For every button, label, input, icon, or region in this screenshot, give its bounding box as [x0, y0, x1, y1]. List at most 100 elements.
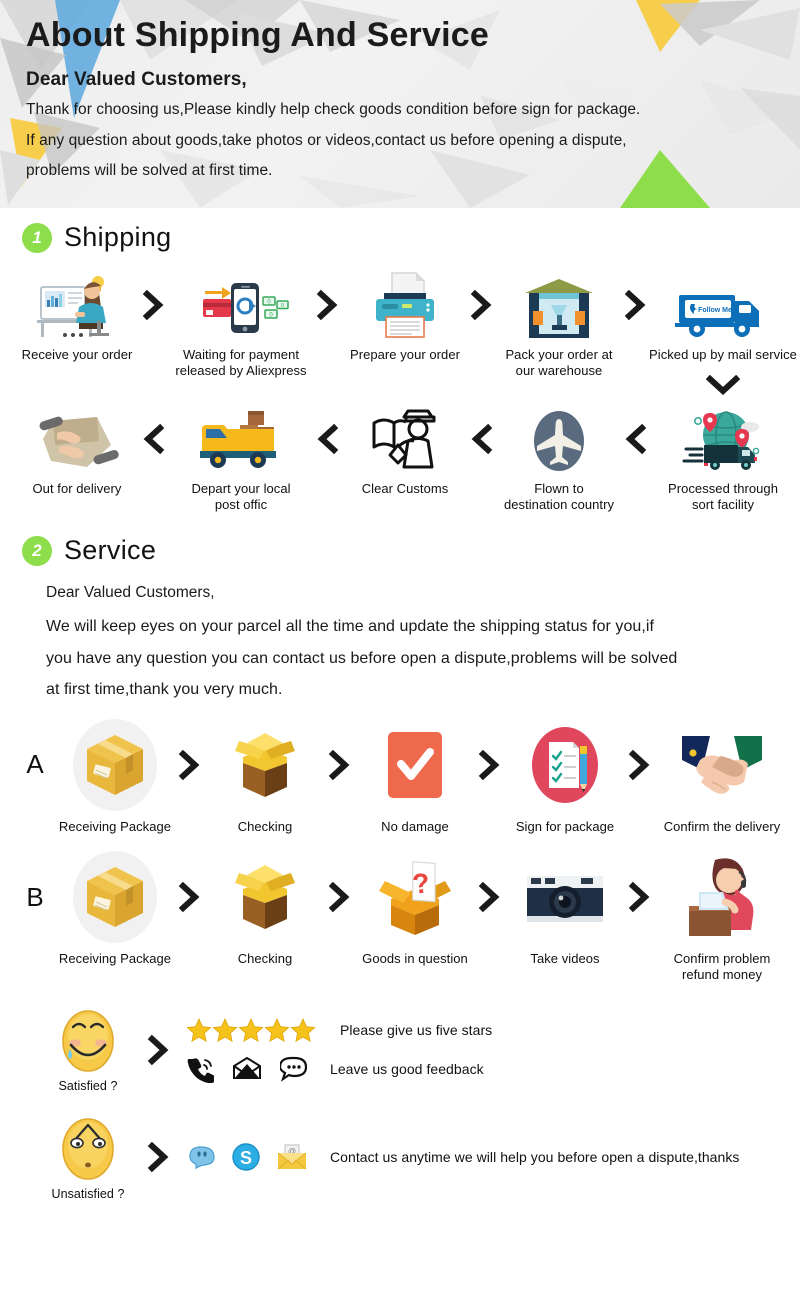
unsatisfied-contact-text: Contact us anytime we will help you befo… — [330, 1149, 740, 1166]
feedback-contact-text: Leave us good feedback — [330, 1060, 484, 1077]
post-van-icon — [196, 405, 286, 473]
chevron-right-icon — [478, 719, 502, 811]
skype-icon[interactable]: S — [232, 1143, 260, 1172]
step-label: Receive your order — [21, 347, 133, 362]
chevron-right-icon — [178, 851, 202, 943]
step-receive-your-order: Receive your order — [12, 271, 142, 363]
step-label: Prepare your order — [349, 347, 460, 362]
step-label: Pack your order at our warehouse — [505, 347, 613, 379]
phone-icon[interactable] — [186, 1055, 214, 1083]
shipping-flow-row-2: Out for delivery Depart your local post … — [0, 405, 800, 513]
page-header: About Shipping And Service Dear Valued C… — [0, 0, 800, 208]
five-stars-text: Please give us five stars — [340, 1021, 493, 1038]
parcel-box-icon — [69, 851, 161, 943]
step-out-for-delivery: Out for delivery — [12, 405, 142, 497]
step-flown-to-destination: Flown to destination country — [494, 405, 624, 513]
unsatisfied-actions: S @ Contact us anytime we will help you … — [186, 1143, 740, 1172]
step-label: Receiving Package — [58, 818, 172, 834]
row-label-b: B — [26, 881, 44, 912]
chevron-right-icon — [136, 1122, 182, 1192]
step-label: Receiving Package — [58, 951, 172, 966]
service-text-block: Dear Valued Customers, We will keep eyes… — [0, 566, 800, 705]
svg-text:S: S — [240, 1148, 252, 1168]
truck-follow-me-text: Follow Me — [698, 307, 732, 314]
chevron-right-icon — [478, 851, 502, 943]
service-flow-row-a: A Receiving Package Checking No damage S… — [0, 718, 800, 835]
unsatisfied-label: Unsatisfied ? — [51, 1186, 125, 1201]
step-label: No damage — [381, 818, 449, 834]
chevron-right-icon — [316, 271, 340, 339]
shipping-flow-row-1: Receive your order 0 0 0 Waiting for pay… — [0, 271, 800, 396]
section-title-shipping: Shipping — [64, 222, 172, 252]
step-processed-sort-facility: Processed through sort facility — [648, 405, 798, 513]
handshake-icon — [676, 719, 768, 811]
step-waiting-for-payment: 0 0 0 Waiting for payment released by Al… — [166, 271, 316, 379]
header-greeting: Dear Valued Customers, — [26, 68, 247, 90]
camera-icon — [523, 851, 607, 943]
section-title-service: Service — [64, 535, 157, 566]
row-label-a: A — [26, 749, 44, 780]
envelope-icon[interactable] — [232, 1056, 262, 1081]
unsatisfied-emoji-block: Unsatisfied ? — [40, 1113, 136, 1203]
step-label: Checking — [237, 818, 293, 834]
header-line-2: If any question about goods,take photos … — [26, 132, 627, 150]
step-clear-customs: Clear Customs — [340, 405, 470, 497]
service-greeting: Dear Valued Customers, — [46, 584, 215, 602]
customs-officer-icon — [368, 405, 442, 473]
step-label: Goods in question — [362, 951, 468, 966]
chevron-right-icon — [470, 271, 494, 339]
chevron-right-icon — [136, 1015, 182, 1085]
warehouse-icon — [521, 271, 597, 339]
parcel-box-icon — [69, 718, 161, 811]
step-label: Picked up by mail service — [649, 347, 797, 362]
checkmark-icon — [384, 719, 446, 811]
chevron-right-icon — [624, 271, 648, 339]
step-sign-for-package: Sign for package — [502, 719, 628, 835]
worried-face-icon — [57, 1113, 119, 1183]
step-label: Waiting for payment released by Aliexpre… — [175, 347, 307, 379]
step-take-videos: Take videos — [502, 851, 628, 967]
section-number-badge-1: 1 — [22, 222, 52, 253]
open-box-icon — [225, 719, 305, 811]
globe-sort-facility-icon — [680, 405, 766, 473]
satisfied-label: Satisfied ? — [58, 1079, 118, 1094]
svg-text:0: 0 — [281, 303, 284, 309]
email-icon[interactable]: @ — [276, 1143, 308, 1171]
open-box-icon — [225, 851, 305, 943]
shipping-and-service-page: About Shipping And Service Dear Valued C… — [0, 0, 800, 1299]
step-confirm-delivery: Confirm the delivery — [652, 719, 792, 835]
step-label: Confirm the delivery — [663, 818, 781, 834]
package-handoff-icon — [35, 405, 119, 473]
step-goods-in-question: ? Goods in question — [352, 851, 478, 967]
satisfied-actions: Please give us five stars Leave us good … — [186, 1017, 492, 1083]
svg-text:?: ? — [411, 867, 431, 900]
step-picked-up-by-mail: Follow Me Picked up by mail service — [648, 271, 798, 396]
five-stars-icon[interactable] — [186, 1017, 316, 1043]
step-label: Clear Customs — [361, 481, 449, 497]
chevron-right-icon — [628, 719, 652, 811]
chevron-left-icon — [142, 405, 166, 473]
step-no-damage: No damage — [352, 719, 478, 835]
section-number-badge-2: 2 — [22, 535, 52, 566]
service-paragraph-3: at first time,thank you very much. — [46, 680, 283, 698]
signature-checklist-icon — [527, 719, 603, 811]
feedback-row-satisfied: Satisfied ? Please give us five stars Le… — [0, 1005, 800, 1095]
service-paragraph-2: you have any question you can contact us… — [46, 649, 678, 667]
relieved-face-icon — [57, 1005, 119, 1075]
printer-icon — [368, 271, 442, 339]
chat-bubble-icon[interactable] — [280, 1056, 308, 1082]
step-confirm-problem-refund: Confirm problem refund money — [652, 851, 792, 983]
header-line-3: problems will be solved at first time. — [26, 162, 273, 180]
step-label: Processed through sort facility — [668, 481, 778, 513]
header-line-1: Thank for choosing us,Please kindly help… — [26, 100, 641, 118]
step-checking-a: Checking — [202, 719, 328, 835]
chevron-left-icon — [624, 405, 648, 473]
chevron-right-icon — [628, 851, 652, 943]
step-label: Sign for package — [515, 818, 615, 834]
feedback-contact-line: Leave us good feedback — [186, 1055, 492, 1083]
step-label: Take videos — [530, 951, 600, 966]
step-label: Confirm problem refund money — [673, 951, 771, 983]
step-label: Out for delivery — [32, 481, 122, 497]
messenger-icon[interactable] — [186, 1144, 216, 1170]
step-pack-at-warehouse: Pack your order at our warehouse — [494, 271, 624, 379]
